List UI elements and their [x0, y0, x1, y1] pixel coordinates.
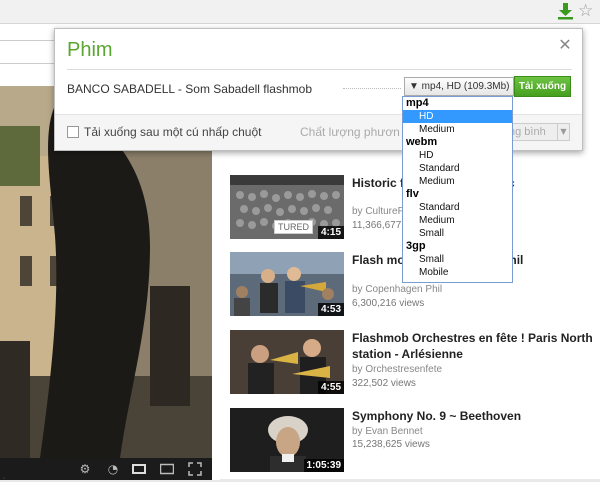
browser-toolbar: ☆ — [0, 0, 600, 24]
video-controls: ⚙ ◔ — [0, 458, 212, 480]
dropdown-option[interactable]: Small — [403, 227, 512, 240]
video-thumbnail[interactable]: 4:53 — [230, 252, 344, 316]
quality-label: Chất lượng phươn — [300, 125, 400, 139]
dropdown-option[interactable]: Medium — [403, 214, 512, 227]
bookmark-star-icon[interactable]: ☆ — [578, 2, 596, 20]
close-icon[interactable]: ✕ — [557, 37, 573, 53]
list-item[interactable]: 1:05:39 Symphony No. 9 ~ Beethoven by Ev… — [230, 408, 600, 478]
duration-badge: 4:53 — [317, 303, 344, 316]
featured-badge: TURED — [274, 220, 313, 234]
video-channel[interactable]: by Copenhagen Phil — [352, 284, 442, 295]
dropdown-option[interactable]: Medium — [403, 123, 512, 136]
dropdown-option[interactable]: Small — [403, 253, 512, 266]
dropdown-option[interactable]: Standard — [403, 201, 512, 214]
one-click-checkbox[interactable] — [67, 126, 79, 138]
download-button[interactable]: Tải xuống — [514, 76, 571, 97]
fullscreen-icon[interactable] — [188, 462, 202, 476]
quality-select[interactable]: ng bình ▼ — [504, 123, 570, 141]
dropdown-group-label: webm — [406, 136, 438, 148]
dropdown-option[interactable]: HD — [403, 110, 512, 123]
dropdown-option[interactable]: Mobile — [403, 266, 512, 279]
video-title[interactable]: Symphony No. 9 ~ Beethoven — [352, 408, 600, 424]
page-search-box[interactable] — [0, 40, 60, 64]
dropdown-option[interactable]: Medium — [403, 175, 512, 188]
quality-value: ng bình — [509, 126, 546, 138]
divider — [67, 69, 572, 70]
popup-title: Phim — [67, 39, 113, 61]
download-icon[interactable] — [557, 2, 574, 20]
list-item[interactable]: 4:55 Flashmob Orchestres en fête ! Paris… — [230, 330, 600, 400]
dropdown-group-label: 3gp — [406, 240, 426, 252]
large-screen-icon[interactable] — [159, 462, 175, 476]
video-channel[interactable]: by Orchestresenfete — [352, 364, 442, 375]
video-thumbnail[interactable]: 4:55 — [230, 330, 344, 394]
video-title[interactable]: Flashmob Orchestres en fête ! Paris Nort… — [352, 330, 600, 362]
dotted-leader — [343, 88, 401, 89]
small-screen-icon[interactable] — [132, 462, 146, 476]
one-click-label[interactable]: Tải xuống sau một cú nhấp chuột — [84, 125, 261, 139]
duration-badge: 4:55 — [317, 381, 344, 394]
dropdown-option[interactable]: Standard — [403, 162, 512, 175]
video-views: 6,300,216 views — [352, 298, 425, 309]
clock-icon[interactable]: ◔ — [106, 462, 120, 476]
format-dropdown-list[interactable]: mp4 HD Medium webm HD Standard Medium fl… — [402, 96, 513, 283]
video-views: 15,238,625 views — [352, 439, 430, 450]
video-name: BANCO SABADELL - Som Sabadell flashmob — [67, 82, 312, 96]
duration-badge: 4:15 — [317, 226, 344, 239]
dropdown-group-label: mp4 — [406, 97, 429, 109]
video-thumbnail[interactable]: 1:05:39 — [230, 408, 344, 472]
video-views: 322,502 views — [352, 378, 416, 389]
video-views: 11,366,677 — [352, 220, 402, 231]
bullet-mark: . — [2, 466, 6, 482]
chevron-down-icon: ▼ — [557, 124, 569, 140]
gear-icon[interactable]: ⚙ — [78, 462, 92, 476]
dropdown-group-label: flv — [406, 188, 419, 200]
format-select[interactable]: ▼ mp4, HD (109.3Mb) — [404, 77, 514, 96]
duration-badge: 1:05:39 — [303, 459, 344, 472]
dropdown-option[interactable]: HD — [403, 149, 512, 162]
video-channel[interactable]: by Evan Bennet — [352, 426, 423, 437]
